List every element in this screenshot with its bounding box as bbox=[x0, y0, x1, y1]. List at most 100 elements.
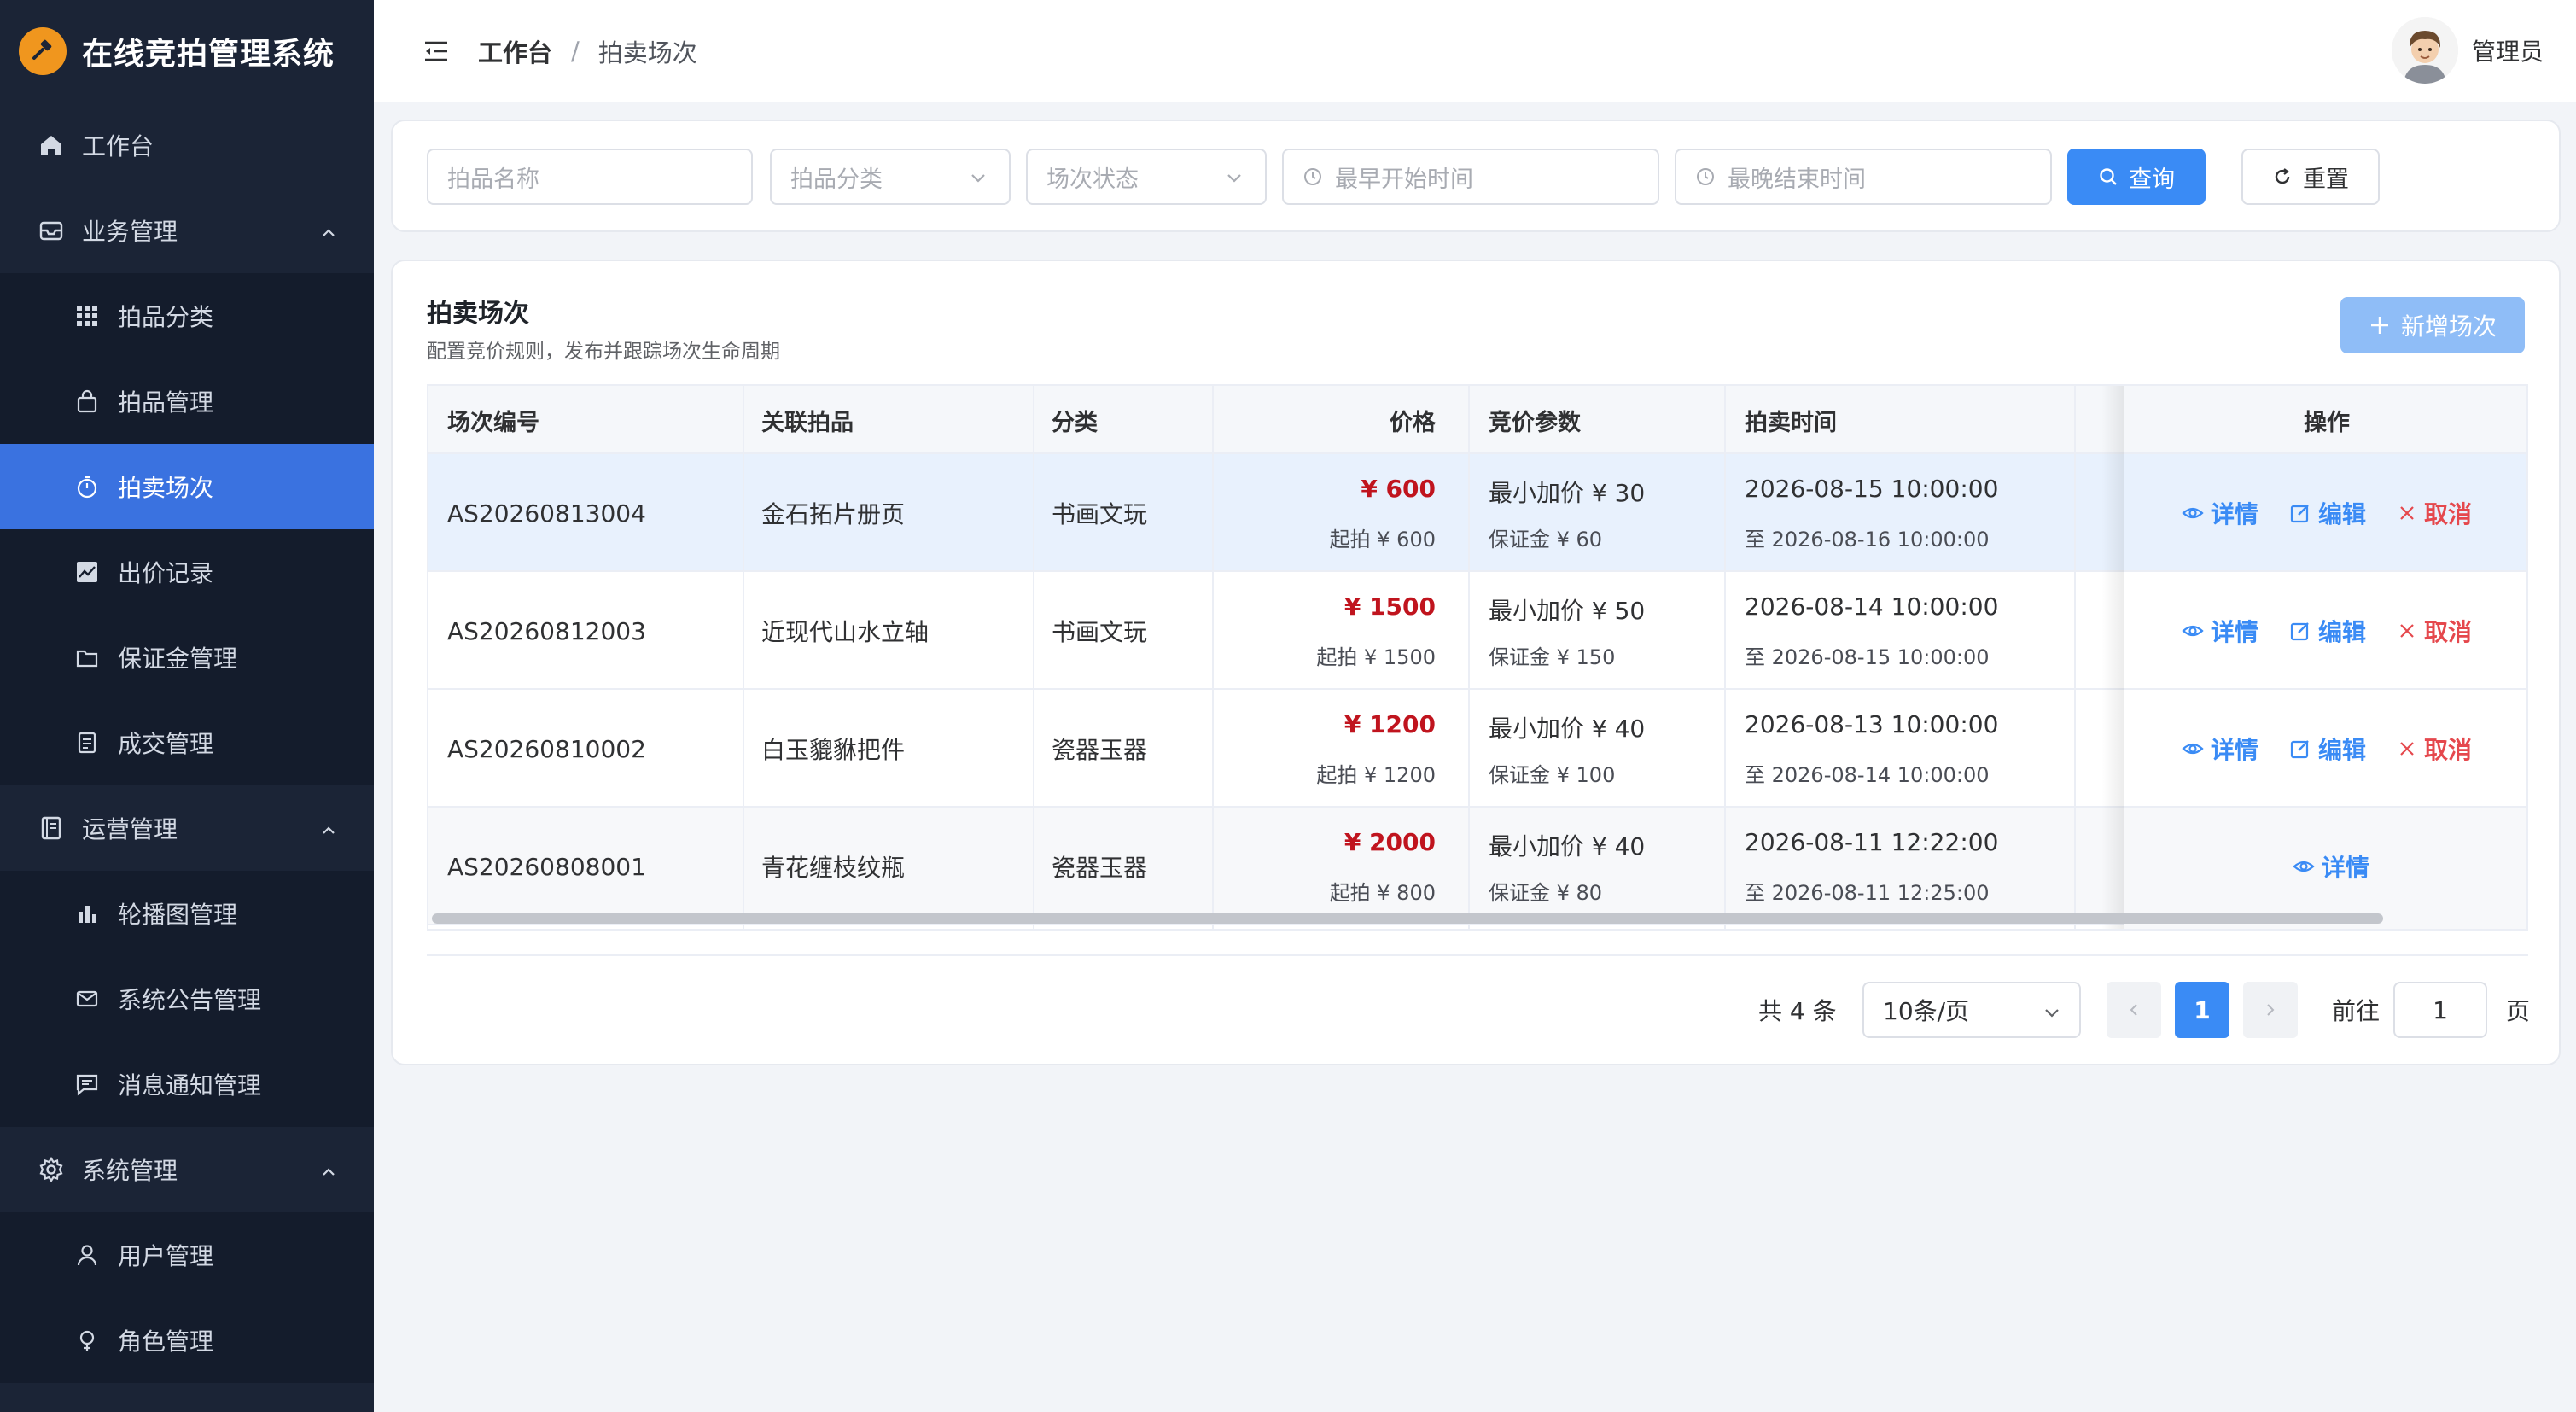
section-subtitle: 配置竞价规则，发布并跟踪场次生命周期 bbox=[427, 341, 780, 363]
mail-icon bbox=[73, 985, 101, 1012]
reset-button[interactable]: 重置 bbox=[2241, 149, 2380, 205]
sidebar-item-items[interactable]: 拍品管理 bbox=[0, 359, 374, 444]
query-button[interactable]: 查询 bbox=[2067, 149, 2206, 205]
category: 书画文玩 bbox=[1052, 500, 1148, 528]
current-price: ¥ 600 bbox=[1361, 475, 1436, 503]
end-time-picker[interactable]: 最晚结束时间 bbox=[1675, 149, 2052, 205]
chevron-up-icon bbox=[319, 818, 338, 846]
edit-button[interactable]: 编辑 bbox=[2289, 496, 2366, 530]
edit-icon bbox=[2289, 738, 2311, 760]
start-time-placeholder: 最早开始时间 bbox=[1335, 166, 1473, 193]
session-code: AS20260813004 bbox=[447, 499, 646, 528]
breadcrumb-separator: / bbox=[571, 37, 580, 66]
sidebar-item-categories[interactable]: 拍品分类 bbox=[0, 273, 374, 359]
notebook-icon bbox=[38, 814, 65, 842]
sidebar-item-label: 出价记录 bbox=[118, 559, 214, 587]
column-header-item: 关联拍品 bbox=[761, 409, 854, 436]
start-time-picker[interactable]: 最早开始时间 bbox=[1282, 149, 1659, 205]
sidebar-item-operations[interactable]: 运营管理 bbox=[0, 785, 374, 871]
category: 瓷器玉器 bbox=[1052, 736, 1148, 764]
detail-button[interactable]: 详情 bbox=[2182, 614, 2258, 648]
item-name: 白玉貔貅把件 bbox=[761, 736, 906, 764]
query-label: 查询 bbox=[2129, 166, 2175, 193]
item-name: 金石拓片册页 bbox=[761, 500, 906, 528]
item-name: 青花缠枝纹瓶 bbox=[761, 854, 906, 882]
sidebar-item-dashboard[interactable]: 工作台 bbox=[0, 102, 374, 188]
edit-button[interactable]: 编辑 bbox=[2289, 732, 2366, 766]
category-placeholder: 拍品分类 bbox=[790, 166, 883, 193]
column-header-price: 价格 bbox=[1390, 409, 1436, 436]
table-divider bbox=[427, 954, 2528, 956]
top-header: 工作台 / 拍卖场次 管理员 bbox=[374, 0, 2576, 102]
end-time: 至 2026-08-11 12:25:00 bbox=[1745, 881, 1990, 905]
sidebar-item-label: 用户管理 bbox=[118, 1242, 214, 1270]
start-time: 2026-08-13 10:00:00 bbox=[1745, 710, 1999, 738]
deposit: 保证金 ¥ 80 bbox=[1489, 881, 1603, 905]
category-select[interactable]: 拍品分类 bbox=[770, 149, 1011, 205]
horizontal-scrollbar[interactable] bbox=[432, 913, 2383, 924]
sidebar-item-notifications[interactable]: 消息通知管理 bbox=[0, 1041, 374, 1127]
chevron-down-icon bbox=[968, 167, 988, 194]
edit-button[interactable]: 编辑 bbox=[2289, 614, 2366, 648]
sessions-card: 拍卖场次 配置竞价规则，发布并跟踪场次生命周期 新增场次 场次编号 关联拍品 分… bbox=[391, 260, 2561, 1065]
close-icon bbox=[2397, 621, 2417, 641]
page-button-current[interactable]: 1 bbox=[2175, 982, 2229, 1038]
page-size-value: 10条/页 bbox=[1883, 997, 1970, 1025]
cancel-button[interactable]: 取消 bbox=[2397, 732, 2472, 766]
item-name-input[interactable]: 拍品名称 bbox=[427, 149, 753, 205]
page-size-select[interactable]: 10条/页 bbox=[1862, 982, 2081, 1038]
min-increment: 最小加价 ¥ 40 bbox=[1489, 715, 1646, 743]
status-select[interactable]: 场次状态 bbox=[1026, 149, 1267, 205]
sidebar-item-sessions[interactable]: 拍卖场次 bbox=[0, 444, 374, 529]
sidebar-item-users[interactable]: 用户管理 bbox=[0, 1212, 374, 1298]
sidebar-item-announcements[interactable]: 系统公告管理 bbox=[0, 956, 374, 1041]
current-price: ¥ 1500 bbox=[1343, 592, 1436, 621]
sidebar-item-deals[interactable]: 成交管理 bbox=[0, 700, 374, 785]
min-increment: 最小加价 ¥ 30 bbox=[1489, 479, 1646, 507]
start-price: 起拍 ¥ 1500 bbox=[1316, 645, 1436, 669]
sidebar-item-banners[interactable]: 轮播图管理 bbox=[0, 871, 374, 956]
cancel-button[interactable]: 取消 bbox=[2397, 496, 2472, 530]
next-page-button[interactable] bbox=[2243, 982, 2298, 1038]
eye-icon bbox=[2182, 620, 2204, 642]
cancel-button[interactable]: 取消 bbox=[2397, 614, 2472, 648]
grid-icon bbox=[73, 302, 101, 330]
sidebar-item-label: 业务管理 bbox=[82, 218, 178, 246]
sidebar-item-business[interactable]: 业务管理 bbox=[0, 188, 374, 273]
shopping-bag-icon bbox=[73, 388, 101, 415]
breadcrumb-item-dashboard[interactable]: 工作台 bbox=[478, 33, 552, 69]
user-menu[interactable]: 管理员 bbox=[2391, 17, 2544, 84]
detail-button[interactable]: 详情 bbox=[2182, 496, 2258, 530]
add-session-label: 新增场次 bbox=[2400, 312, 2497, 341]
breadcrumb-item-current: 拍卖场次 bbox=[597, 38, 697, 67]
row-actions: 详情 bbox=[2293, 808, 2400, 925]
sidebar-item-label: 工作台 bbox=[82, 132, 154, 160]
sidebar-item-roles[interactable]: 角色管理 bbox=[0, 1298, 374, 1383]
document-icon bbox=[73, 729, 101, 756]
column-header-actions-fixed: 操作 bbox=[2304, 409, 2350, 436]
bar-chart-icon bbox=[73, 900, 101, 927]
column-divider bbox=[743, 386, 744, 929]
eye-icon bbox=[2182, 738, 2204, 760]
item-name: 近现代山水立轴 bbox=[761, 618, 930, 646]
end-time: 至 2026-08-14 10:00:00 bbox=[1745, 763, 1990, 787]
folder-icon bbox=[73, 644, 101, 671]
close-icon bbox=[2397, 738, 2417, 759]
section-title: 拍卖场次 bbox=[427, 299, 529, 329]
start-price: 起拍 ¥ 1200 bbox=[1316, 763, 1436, 787]
menu-fold-icon[interactable] bbox=[423, 40, 449, 62]
prev-page-button[interactable] bbox=[2107, 982, 2161, 1038]
sidebar-item-label: 拍品管理 bbox=[118, 388, 214, 417]
current-price: ¥ 1200 bbox=[1343, 710, 1436, 738]
sidebar-item-system[interactable]: 系统管理 bbox=[0, 1127, 374, 1212]
detail-button[interactable]: 详情 bbox=[2182, 732, 2258, 766]
add-session-button[interactable]: 新增场次 bbox=[2340, 297, 2525, 353]
goto-page-input[interactable]: 1 bbox=[2393, 982, 2487, 1038]
deposit: 保证金 ¥ 150 bbox=[1489, 645, 1616, 669]
detail-button[interactable]: 详情 bbox=[2293, 849, 2369, 884]
column-header-code: 场次编号 bbox=[447, 409, 539, 436]
column-divider bbox=[1724, 386, 1726, 929]
sidebar-item-bids[interactable]: 出价记录 bbox=[0, 529, 374, 615]
sidebar-item-deposits[interactable]: 保证金管理 bbox=[0, 615, 374, 700]
page-suffix: 页 bbox=[2506, 997, 2531, 1025]
